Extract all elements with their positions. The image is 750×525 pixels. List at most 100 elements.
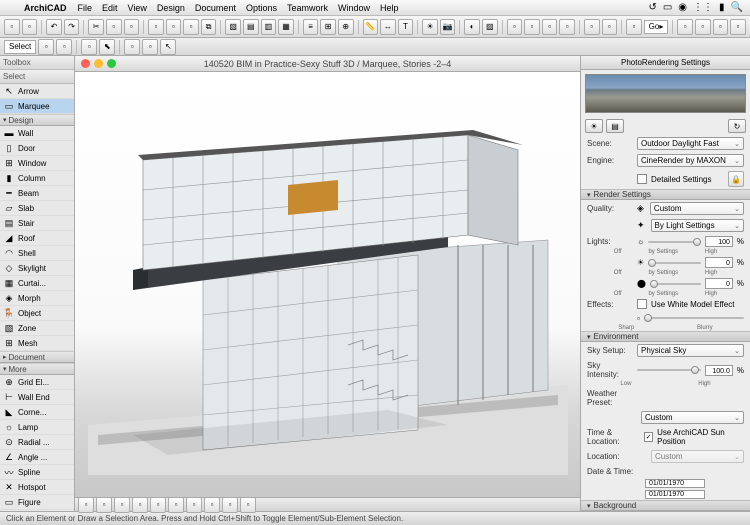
- tool-elev-icon[interactable]: ▦: [278, 19, 294, 35]
- wifi-icon[interactable]: ⋮⋮: [693, 2, 713, 13]
- pp-tab-refresh-icon[interactable]: ↻: [728, 119, 746, 133]
- tool-column[interactable]: ▮Column: [0, 171, 74, 186]
- time-field[interactable]: 01/01/1970: [645, 490, 705, 499]
- menu-help[interactable]: Help: [380, 3, 399, 13]
- tool-angle[interactable]: ∠Angle ...: [0, 450, 74, 465]
- tool-f-icon[interactable]: ▫: [602, 19, 618, 35]
- tool-object[interactable]: 🪑Object: [0, 306, 74, 321]
- tool-layer-icon[interactable]: ≡: [303, 19, 319, 35]
- lights-value-2[interactable]: 0: [705, 257, 733, 268]
- scene-select[interactable]: Outdoor Daylight Fast: [637, 137, 744, 150]
- tool-hotspot[interactable]: ✕Hotspot: [0, 480, 74, 495]
- design-section[interactable]: Design: [0, 114, 74, 126]
- display-icon[interactable]: ▭: [663, 2, 672, 13]
- info-c-icon[interactable]: ▫: [81, 39, 97, 55]
- tool-fill-icon[interactable]: ▨: [482, 19, 498, 35]
- lights-slider-2[interactable]: [648, 258, 701, 268]
- tool-zoom-icon[interactable]: ▫: [166, 19, 182, 35]
- lights-value-3[interactable]: 0: [705, 278, 733, 289]
- close-icon[interactable]: [81, 59, 90, 68]
- tool-d-icon[interactable]: ▫: [559, 19, 575, 35]
- pp-tab-settings-icon[interactable]: ☀: [585, 119, 603, 133]
- menu-window[interactable]: Window: [338, 3, 370, 13]
- vb-h-icon[interactable]: ▫: [204, 497, 220, 513]
- detailed-checkbox[interactable]: [637, 174, 647, 184]
- pp-lock-icon[interactable]: 🔒: [728, 171, 744, 187]
- tool-j-icon[interactable]: ▫: [713, 19, 729, 35]
- vb-b-icon[interactable]: ▫: [96, 497, 112, 513]
- tool-camera[interactable]: 📷Camera: [0, 510, 74, 511]
- tool-render-icon[interactable]: ☀: [422, 19, 438, 35]
- tool-door[interactable]: ▯Door: [0, 141, 74, 156]
- weather-select[interactable]: Custom: [641, 411, 744, 424]
- whitemodel-checkbox[interactable]: [637, 299, 647, 309]
- tool-fit-icon[interactable]: ⧉: [201, 19, 217, 35]
- tool-k-icon[interactable]: ▫: [730, 19, 746, 35]
- skysetup-select[interactable]: Physical Sky: [637, 344, 744, 357]
- menu-document[interactable]: Document: [195, 3, 236, 13]
- tool-undo-icon[interactable]: ↶: [46, 19, 62, 35]
- tool-grid-icon[interactable]: ⊞: [320, 19, 336, 35]
- lights-slider-1[interactable]: [648, 237, 701, 247]
- tool-radial[interactable]: ⊙Radial ...: [0, 435, 74, 450]
- lights-value-1[interactable]: 100: [705, 236, 733, 247]
- lights-slider-3[interactable]: [650, 279, 701, 289]
- tool-stair[interactable]: ▤Stair: [0, 216, 74, 231]
- tool-spline[interactable]: 〰Spline: [0, 465, 74, 480]
- tool-c-icon[interactable]: ▫: [542, 19, 558, 35]
- viewport-canvas[interactable]: [75, 72, 580, 497]
- tool-morph[interactable]: ◈Morph: [0, 291, 74, 306]
- location-select[interactable]: Custom: [651, 450, 744, 463]
- info-b-icon[interactable]: ▫: [56, 39, 72, 55]
- tool-3d-icon[interactable]: ▧: [225, 19, 241, 35]
- tool-slab[interactable]: ▱Slab: [0, 201, 74, 216]
- minimize-icon[interactable]: [94, 59, 103, 68]
- tool-camera-icon[interactable]: 📷: [440, 19, 456, 35]
- tool-e-icon[interactable]: ▫: [584, 19, 600, 35]
- tool-paste-icon[interactable]: ▫: [124, 19, 140, 35]
- engine-select[interactable]: CineRender by MAXON: [637, 154, 744, 167]
- tool-skylight[interactable]: ◇Skylight: [0, 261, 74, 276]
- tool-sec-icon[interactable]: ▥: [261, 19, 277, 35]
- battery-icon[interactable]: ▮: [719, 2, 725, 13]
- tool-nav-icon[interactable]: ▫: [148, 19, 164, 35]
- tool-arrow[interactable]: ↖Arrow: [0, 84, 74, 99]
- tool-mat-icon[interactable]: ◐: [464, 19, 480, 35]
- quality-select[interactable]: Custom: [650, 202, 744, 215]
- tool-new-icon[interactable]: ▫: [4, 19, 20, 35]
- date-field[interactable]: 01/01/1970: [645, 479, 705, 488]
- tool-copy-icon[interactable]: ▫: [106, 19, 122, 35]
- tool-mesh[interactable]: ⊞Mesh: [0, 336, 74, 351]
- vb-i-icon[interactable]: ▫: [222, 497, 238, 513]
- tool-measure-icon[interactable]: 📏: [363, 19, 379, 35]
- vb-c-icon[interactable]: ▫: [114, 497, 130, 513]
- sunpos-checkbox[interactable]: ✓: [644, 432, 653, 442]
- vb-a-icon[interactable]: ▫: [78, 497, 94, 513]
- cursor-icon[interactable]: ↖: [160, 39, 176, 55]
- tool-figure[interactable]: ▭Figure: [0, 495, 74, 510]
- go-button[interactable]: Go ▸: [644, 20, 669, 34]
- vb-e-icon[interactable]: ▫: [150, 497, 166, 513]
- vb-f-icon[interactable]: ▫: [168, 497, 184, 513]
- tool-lamp[interactable]: ☼Lamp: [0, 420, 74, 435]
- info-f-icon[interactable]: ▫: [142, 39, 158, 55]
- tool-wallend[interactable]: ⊢Wall End: [0, 390, 74, 405]
- tool-pan-icon[interactable]: ▫: [183, 19, 199, 35]
- maximize-icon[interactable]: [107, 59, 116, 68]
- tool-h-icon[interactable]: ▫: [677, 19, 693, 35]
- tool-gridel[interactable]: ⊕Grid El...: [0, 375, 74, 390]
- app-name[interactable]: ArchiCAD: [24, 3, 67, 13]
- pp-tab-size-icon[interactable]: ▤: [606, 119, 624, 133]
- menu-design[interactable]: Design: [157, 3, 185, 13]
- 3d-viewport[interactable]: 140520 BIM in Practice-Sexy Stuff 3D / M…: [75, 56, 580, 511]
- tool-snap-icon[interactable]: ⊕: [338, 19, 354, 35]
- menu-file[interactable]: File: [78, 3, 93, 13]
- tool-wall[interactable]: ▬Wall: [0, 126, 74, 141]
- render-settings-section[interactable]: Render Settings: [581, 189, 750, 200]
- more-section[interactable]: More: [0, 363, 74, 375]
- vb-j-icon[interactable]: ▫: [240, 497, 256, 513]
- menu-options[interactable]: Options: [246, 3, 277, 13]
- spotlight-icon[interactable]: 🔍: [731, 2, 743, 13]
- tool-corner[interactable]: ◣Corne...: [0, 405, 74, 420]
- info-d-icon[interactable]: ⬉: [99, 39, 115, 55]
